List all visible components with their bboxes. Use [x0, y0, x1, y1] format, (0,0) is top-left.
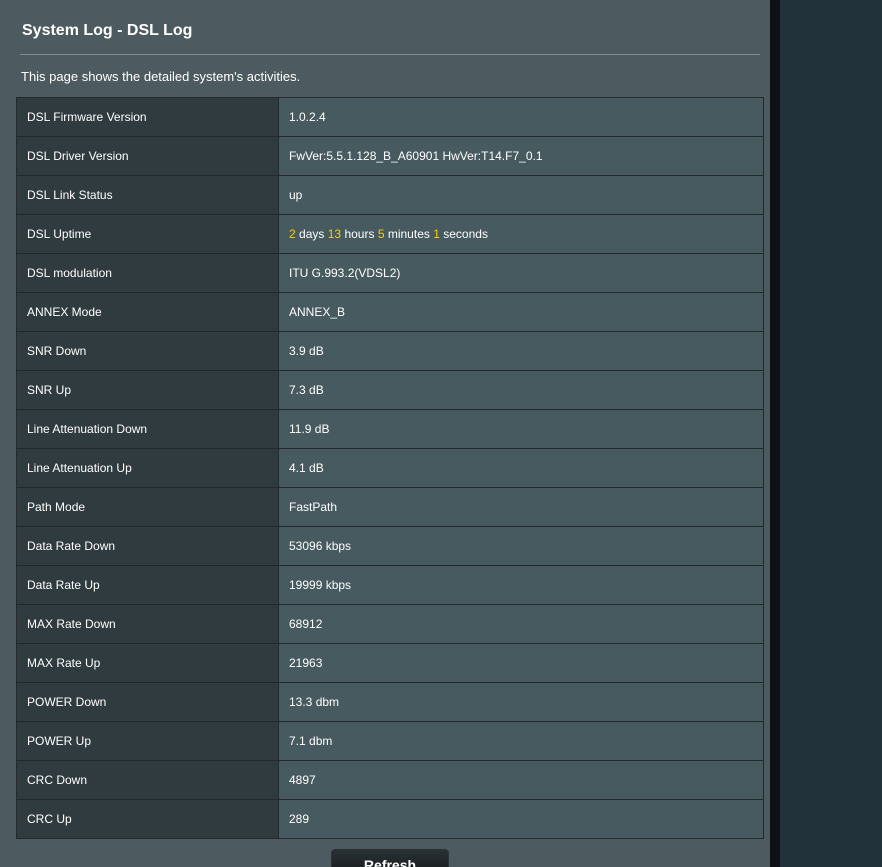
row-value: FastPath: [278, 487, 764, 527]
row-label: DSL Uptime: [16, 214, 279, 254]
uptime-seconds-unit: seconds: [443, 227, 488, 241]
uptime-days: 2: [289, 227, 296, 241]
table-row: CRC Down 4897: [16, 760, 764, 800]
table-row: DSL modulation ITU G.993.2(VDSL2): [16, 253, 764, 293]
uptime-minutes-unit: minutes: [387, 227, 430, 241]
row-value: 4.1 dB: [278, 448, 764, 488]
page: System Log - DSL Log This page shows the…: [0, 0, 882, 867]
row-value: ITU G.993.2(VDSL2): [278, 253, 764, 293]
row-label: DSL Firmware Version: [16, 97, 279, 137]
row-value: 4897: [278, 760, 764, 800]
uptime-hours-unit: hours: [344, 227, 375, 241]
table-row: Line Attenuation Down 11.9 dB: [16, 409, 764, 449]
table-row: DSL Link Status up: [16, 175, 764, 215]
row-value: 11.9 dB: [278, 409, 764, 449]
row-label: SNR Up: [16, 370, 279, 410]
table-row: POWER Up 7.1 dbm: [16, 721, 764, 761]
table-row: CRC Up 289: [16, 799, 764, 839]
table-row: DSL Driver Version FwVer:5.5.1.128_B_A60…: [16, 136, 764, 176]
row-label: DSL Link Status: [16, 175, 279, 215]
title-divider: [20, 54, 760, 55]
row-value: FwVer:5.5.1.128_B_A60901 HwVer:T14.F7_0.…: [278, 136, 764, 176]
uptime-days-unit: days: [299, 227, 325, 241]
table-row: Data Rate Up 19999 kbps: [16, 565, 764, 605]
dsl-log-table: DSL Firmware Version 1.0.2.4 DSL Driver …: [16, 97, 764, 839]
row-label: Path Mode: [16, 487, 279, 527]
row-value: 13.3 dbm: [278, 682, 764, 722]
row-label: DSL Driver Version: [16, 136, 279, 176]
table-row: SNR Down 3.9 dB: [16, 331, 764, 371]
table-row: DSL Firmware Version 1.0.2.4: [16, 97, 764, 137]
table-row: MAX Rate Up 21963: [16, 643, 764, 683]
page-description: This page shows the detailed system's ac…: [21, 69, 301, 84]
uptime-hours: 13: [327, 227, 342, 241]
row-label: Data Rate Down: [16, 526, 279, 566]
right-background: [780, 0, 882, 867]
row-label: POWER Up: [16, 721, 279, 761]
refresh-button[interactable]: Refresh: [331, 849, 449, 867]
row-value: 21963: [278, 643, 764, 683]
table-row: DSL Uptime 2 days 13 hours 5 minutes 1 s…: [16, 214, 764, 254]
panel-edge-shadow: [770, 0, 780, 867]
table-row: POWER Down 13.3 dbm: [16, 682, 764, 722]
row-value: 7.1 dbm: [278, 721, 764, 761]
content-panel: System Log - DSL Log This page shows the…: [0, 0, 770, 867]
row-label: ANNEX Mode: [16, 292, 279, 332]
uptime-value: 2 days 13 hours 5 minutes 1 seconds: [278, 214, 764, 254]
table-row: ANNEX Mode ANNEX_B: [16, 292, 764, 332]
row-value: 68912: [278, 604, 764, 644]
row-value: 3.9 dB: [278, 331, 764, 371]
table-row: SNR Up 7.3 dB: [16, 370, 764, 410]
table-row: MAX Rate Down 68912: [16, 604, 764, 644]
row-label: MAX Rate Up: [16, 643, 279, 683]
uptime-seconds: 1: [433, 227, 440, 241]
row-value: 7.3 dB: [278, 370, 764, 410]
row-label: CRC Down: [16, 760, 279, 800]
row-label: MAX Rate Down: [16, 604, 279, 644]
row-value: ANNEX_B: [278, 292, 764, 332]
row-label: Line Attenuation Down: [16, 409, 279, 449]
page-title: System Log - DSL Log: [22, 22, 193, 39]
row-value: 289: [278, 799, 764, 839]
row-value: 19999 kbps: [278, 565, 764, 605]
row-value: up: [278, 175, 764, 215]
row-label: DSL modulation: [16, 253, 279, 293]
row-label: SNR Down: [16, 331, 279, 371]
table-row: Line Attenuation Up 4.1 dB: [16, 448, 764, 488]
table-row: Path Mode FastPath: [16, 487, 764, 527]
row-label: Data Rate Up: [16, 565, 279, 605]
uptime-minutes: 5: [377, 227, 385, 241]
row-value: 53096 kbps: [278, 526, 764, 566]
row-label: POWER Down: [16, 682, 279, 722]
row-value: 1.0.2.4: [278, 97, 764, 137]
row-label: CRC Up: [16, 799, 279, 839]
row-label: Line Attenuation Up: [16, 448, 279, 488]
table-row: Data Rate Down 53096 kbps: [16, 526, 764, 566]
